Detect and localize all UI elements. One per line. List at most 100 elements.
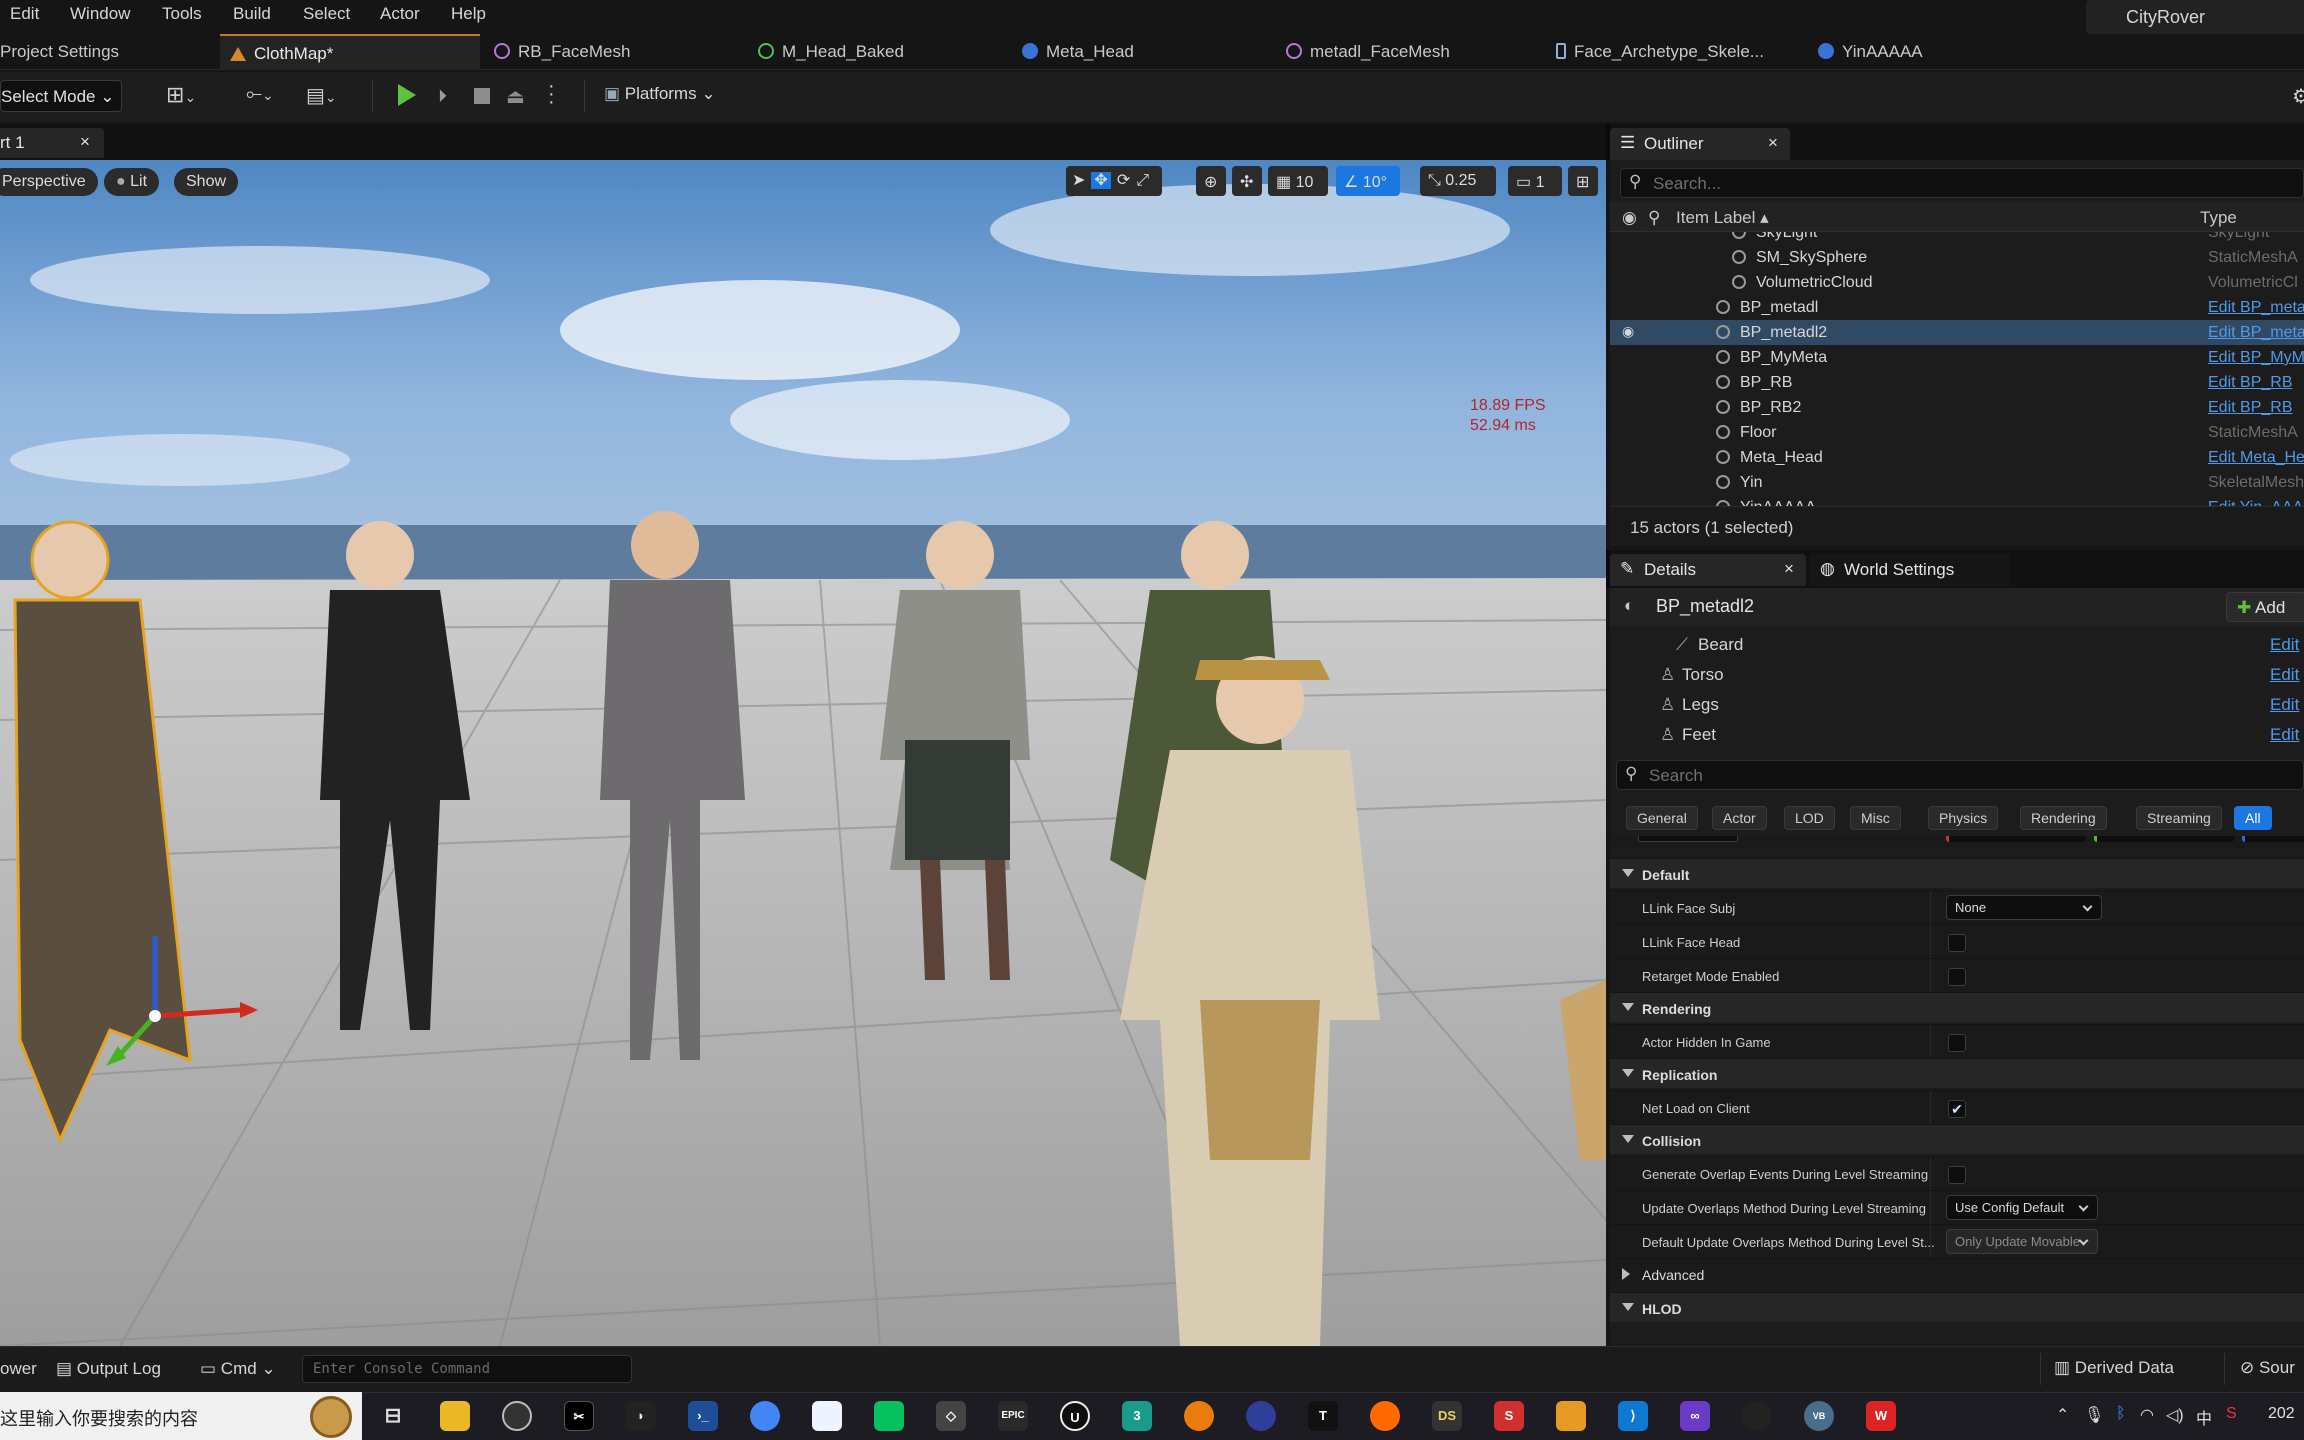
houdini-icon[interactable]	[1370, 1401, 1400, 1431]
blueprints-button[interactable]: ⟜⌄	[240, 80, 290, 114]
filter-actor[interactable]: Actor	[1712, 806, 1767, 830]
app-icon[interactable]: VB	[1804, 1401, 1834, 1431]
sogou-icon[interactable]: S	[2226, 1405, 2237, 1423]
derived-data-button[interactable]: ▥ Derived Data	[2054, 1358, 2174, 1378]
edit-blueprint-link[interactable]: Edit Yin_AAA	[2208, 499, 2303, 506]
platforms-dropdown[interactable]: ▣ Platforms ⌄	[604, 84, 716, 104]
advanced-expander[interactable]: Advanced	[1610, 1258, 2304, 1288]
component-row[interactable]: ⟋ Beard Edit	[1610, 630, 2304, 660]
tab-project-settings[interactable]: Project Settings	[0, 34, 218, 70]
tab-viewport-1[interactable]: rt 1 ×	[0, 128, 104, 158]
app-icon[interactable]	[1556, 1401, 1586, 1431]
column-divider[interactable]	[1930, 1157, 1931, 1191]
unreal-engine-icon[interactable]: U	[1060, 1401, 1090, 1431]
filter-rendering[interactable]: Rendering	[2020, 806, 2107, 830]
tab-meta-head[interactable]: Meta_Head	[1022, 34, 1252, 70]
app-icon[interactable]: S	[1494, 1401, 1524, 1431]
scale-x-field[interactable]	[1946, 836, 2086, 842]
menu-tools[interactable]: Tools	[162, 4, 202, 24]
stop-icon[interactable]	[474, 88, 490, 104]
details-search-input[interactable]: ⚲ Search	[1616, 760, 2304, 790]
more-options-icon[interactable]: · · ·	[548, 76, 558, 112]
app-icon[interactable]: 3	[1122, 1401, 1152, 1431]
scale-icon[interactable]: ⤢	[1136, 172, 1149, 189]
edit-component-link[interactable]: Edit	[2270, 665, 2299, 685]
menu-select[interactable]: Select	[303, 4, 350, 24]
perspective-button[interactable]: Perspective	[0, 168, 98, 196]
property-checkbox[interactable]	[1948, 1034, 1966, 1052]
column-divider[interactable]	[1930, 959, 1931, 993]
close-icon[interactable]: ×	[1784, 559, 1794, 579]
outliner-row[interactable]: Yin SkeletalMesh	[1610, 470, 2304, 495]
column-divider[interactable]	[1930, 1025, 1931, 1059]
column-item-label[interactable]: Item Label ▴	[1676, 208, 1769, 228]
taskbar-search-box[interactable]: 这里输入你要搜索的内容	[0, 1392, 362, 1440]
volume-icon[interactable]: ◁)	[2166, 1405, 2184, 1425]
translate-icon[interactable]: ✥	[1091, 172, 1111, 189]
vscode-icon[interactable]: ⟩	[1618, 1401, 1648, 1431]
outliner-row[interactable]: YinAAAAA Edit Yin_AAA	[1610, 495, 2304, 506]
edit-blueprint-link[interactable]: Edit BP_meta	[2208, 324, 2304, 342]
add-component-button[interactable]: ✚ Add	[2226, 592, 2304, 622]
lit-button[interactable]: ● Lit	[104, 168, 160, 196]
scale-z-field[interactable]	[2242, 836, 2304, 842]
property-combo[interactable]: None	[1946, 895, 2102, 920]
visual-studio-icon[interactable]: ∞	[1680, 1401, 1710, 1431]
chrome-icon[interactable]	[750, 1401, 780, 1431]
tab-face-archetype-skeleton[interactable]: Face_Archetype_Skele...	[1556, 34, 1796, 70]
settings-icon[interactable]: ⚙	[2292, 84, 2304, 109]
select-arrow-icon[interactable]: ➤	[1072, 172, 1085, 189]
component-row[interactable]: ♙ Torso Edit	[1610, 660, 2304, 690]
app-icon[interactable]: ◗	[626, 1401, 656, 1431]
wifi-icon[interactable]: ◠	[2140, 1405, 2154, 1425]
tab-clothmap[interactable]: ClothMap*	[220, 34, 480, 70]
app-icon[interactable]: T	[1308, 1401, 1338, 1431]
ime-indicator[interactable]: 中	[2196, 1405, 2212, 1429]
tab-world-settings[interactable]: ◍ World Settings	[1810, 554, 2010, 586]
filter-misc[interactable]: Misc	[1850, 806, 1901, 830]
scale-snap-button[interactable]: ⤡ 0.25	[1420, 166, 1496, 196]
column-divider[interactable]	[1930, 891, 1931, 925]
output-log-button[interactable]: ▤ Output Log	[56, 1355, 186, 1383]
outliner-search-input[interactable]: ⚲ Search...	[1620, 168, 2304, 198]
unity-icon[interactable]: ◇	[936, 1401, 966, 1431]
powershell-icon[interactable]: ›_	[688, 1401, 718, 1431]
content-browser-button[interactable]: ower	[0, 1359, 37, 1379]
category-default[interactable]: Default	[1610, 858, 2304, 888]
outliner-row[interactable]: BP_metadl Edit BP_meta	[1610, 295, 2304, 320]
menu-edit[interactable]: Edit	[10, 4, 39, 24]
clock[interactable]: 202	[2268, 1405, 2295, 1423]
pin-icon[interactable]: ⚲	[1648, 208, 1660, 228]
tab-details[interactable]: ✎ Details ×	[1610, 554, 1806, 586]
console-command-input[interactable]: Enter Console Command	[302, 1355, 632, 1383]
filter-general[interactable]: General	[1626, 806, 1698, 830]
filter-physics[interactable]: Physics	[1928, 806, 1999, 830]
column-divider[interactable]	[1930, 1225, 1931, 1259]
cinematics-button[interactable]: ▤⌄	[300, 80, 350, 114]
tab-yinaaaaa[interactable]: YinAAAAA	[1818, 34, 2018, 70]
eject-icon[interactable]: ⏏	[506, 84, 528, 108]
close-icon[interactable]: ×	[1768, 133, 1778, 153]
outliner-row[interactable]: BP_RB Edit BP_RB	[1610, 370, 2304, 395]
level-viewport[interactable]: Perspective ● Lit Show ➤ ✥ ⟳ ⤢ ⊕ ✣ ▦ 10 ∠ 1…	[0, 160, 1606, 1346]
menu-window[interactable]: Window	[70, 4, 130, 24]
capcut-icon[interactable]: ✂	[564, 1401, 594, 1431]
blender-icon[interactable]	[1184, 1401, 1214, 1431]
tab-m-head-baked[interactable]: M_Head_Baked	[758, 34, 988, 70]
microphone-icon[interactable]: 🎙	[2084, 1405, 2104, 1425]
property-checkbox[interactable]	[1948, 934, 1966, 952]
outliner-row[interactable]: ◉ BP_metadl2 Edit BP_meta	[1610, 320, 2304, 345]
column-divider[interactable]	[1930, 925, 1931, 959]
github-icon[interactable]	[1742, 1401, 1772, 1431]
app-icon[interactable]	[1246, 1401, 1276, 1431]
project-name[interactable]: CityRover	[2086, 0, 2304, 34]
show-button[interactable]: Show	[174, 168, 239, 196]
menu-help[interactable]: Help	[451, 4, 486, 24]
column-type[interactable]: Type	[2200, 208, 2237, 228]
wechat-icon[interactable]	[874, 1401, 904, 1431]
epic-games-icon[interactable]: EPIC	[998, 1401, 1028, 1431]
grid-snap-button[interactable]: ▦ 10	[1268, 166, 1328, 196]
outliner-row[interactable]: Floor StaticMeshA	[1610, 420, 2304, 445]
property-checkbox[interactable]	[1948, 968, 1966, 986]
eye-icon[interactable]: ◉	[1622, 208, 1637, 228]
